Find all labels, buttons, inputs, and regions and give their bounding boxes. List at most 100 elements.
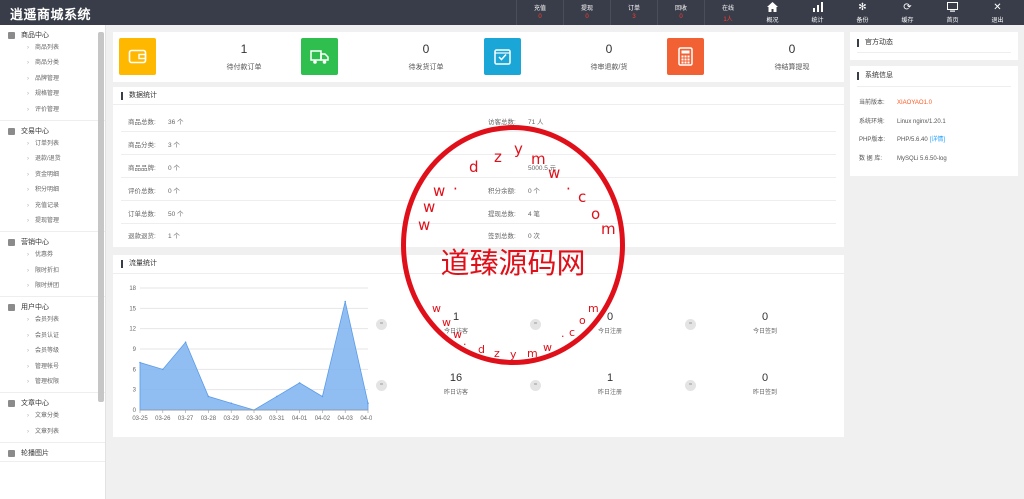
equals-icon: =: [530, 380, 541, 391]
card-pending-refund[interactable]: 0 待审退款/货: [484, 38, 664, 78]
stat-row-left: 订单总数: 50 个: [128, 211, 184, 218]
sidebar-item[interactable]: 文章分类: [0, 409, 105, 424]
sidebar-group-title[interactable]: 用户中心: [0, 302, 105, 313]
nav-backup[interactable]: ✻ 备份: [840, 0, 885, 25]
sidebar-item[interactable]: 会员认证: [0, 329, 105, 344]
equals-icon: =: [685, 319, 696, 330]
nav-cache[interactable]: ⟳ 缓存: [885, 0, 930, 25]
sidebar-item[interactable]: 管理帐号: [0, 360, 105, 375]
sidebar-item[interactable]: 规格管理: [0, 87, 105, 102]
sidebar-item[interactable]: 商品分类: [0, 56, 105, 71]
x-tick-label: 04-01: [292, 416, 308, 422]
equals-icon: =: [685, 380, 696, 391]
close-icon: ✕: [993, 2, 1002, 13]
sidebar-item[interactable]: 会员列表: [0, 313, 105, 328]
user-icon: [8, 304, 15, 312]
calendar-check-icon: [484, 38, 521, 75]
system-info-title: 系统信息: [857, 72, 893, 80]
data-point: [367, 402, 369, 405]
traffic-stat: = 16 昨日访客: [376, 370, 468, 400]
data-stats-title: 数据统计: [121, 92, 157, 100]
sidebar-group: 轮播图片: [0, 443, 105, 463]
data-point: [321, 395, 324, 398]
sidebar-group-title[interactable]: 文章中心: [0, 398, 105, 409]
sidebar-item[interactable]: 退款/退货: [0, 152, 105, 167]
y-tick-label: 15: [129, 306, 136, 312]
sidebar-group: 交易中心订单列表退款/退货资金明细积分明细充值记录提现管理: [0, 121, 105, 233]
y-tick-label: 3: [133, 388, 137, 394]
stat-orders[interactable]: 订单 3: [610, 0, 657, 25]
sidebar-item[interactable]: 品牌管理: [0, 72, 105, 87]
traffic-stat: = 0 今日注册: [530, 309, 622, 339]
stat-row-left: 商品总数: 36 个: [128, 119, 184, 126]
nav-home[interactable]: 首页: [930, 0, 975, 25]
sidebar-item[interactable]: 积分明细: [0, 183, 105, 198]
sidebar-item[interactable]: 提现管理: [0, 214, 105, 229]
stat-row-right: 签到总数: 0 次: [488, 233, 540, 240]
x-tick-label: 03-25: [132, 416, 148, 422]
equals-icon: =: [530, 319, 541, 330]
monitor-icon: [930, 2, 975, 14]
sidebar-item[interactable]: 评价管理: [0, 103, 105, 118]
top-nav: 概况 统计 ✻ 备份 ⟳ 缓存 首页 ✕ 退出: [750, 0, 1020, 25]
stat-row-right: [488, 139, 528, 146]
details-link[interactable]: [详情]: [930, 137, 945, 143]
official-news-title: 官方动态: [857, 39, 893, 47]
sidebar-item[interactable]: 限时拼团: [0, 279, 105, 294]
grid-icon: [8, 32, 15, 39]
sidebar-group: 文章中心文章分类文章列表: [0, 393, 105, 444]
cart-icon: [8, 239, 15, 247]
sidebar-item[interactable]: 充值记录: [0, 199, 105, 214]
data-point: [298, 382, 301, 384]
x-tick-label: 04-03: [338, 416, 354, 422]
wallet-icon: [119, 38, 156, 75]
card-pending-settlement[interactable]: 0 待结算提现: [667, 38, 847, 78]
stat-recycle[interactable]: 回收 0: [657, 0, 704, 25]
sidebar-group-title[interactable]: 营销中心: [0, 237, 105, 248]
stat-row-right: 提现总数: 4 笔: [488, 211, 540, 218]
stat-online[interactable]: 在线 1人: [704, 0, 751, 25]
sidebar-group-title[interactable]: 轮播图片: [0, 448, 105, 459]
nav-overview[interactable]: 概况: [750, 0, 795, 25]
sidebar-group-title[interactable]: 商品中心: [0, 30, 105, 41]
sidebar-group: 用户中心会员列表会员认证会员等级管理帐号管理权限: [0, 297, 105, 394]
refresh-icon: ⟳: [903, 2, 912, 13]
top-bar: 逍遥商城系统 充值 0 提现 0 订单 3 回收 0 在线 1人 概况 统计 ✻ 备份 ⟳…: [0, 0, 1024, 25]
sidebar-item[interactable]: 限时折扣: [0, 264, 105, 279]
sidebar-item[interactable]: 订单列表: [0, 137, 105, 152]
y-tick-label: 18: [129, 286, 136, 292]
sidebar-group-title[interactable]: 交易中心: [0, 126, 105, 137]
sidebar-item[interactable]: 管理权限: [0, 375, 105, 390]
x-tick-label: 04-02: [315, 416, 331, 422]
sidebar-group: 商品中心商品列表商品分类品牌管理规格管理评价管理: [0, 25, 105, 121]
home-icon: [750, 2, 795, 14]
sidebar-item[interactable]: 会员等级: [0, 344, 105, 359]
stat-row-right: 访客总数: 71 人: [488, 119, 544, 126]
stat-row-right: 积分余额: 0 个: [488, 188, 540, 195]
sidebar-item[interactable]: 商品列表: [0, 41, 105, 56]
y-tick-label: 9: [133, 347, 137, 353]
data-point: [276, 395, 278, 398]
sidebar-item[interactable]: 资金明细: [0, 168, 105, 183]
nav-logout[interactable]: ✕ 退出: [975, 0, 1020, 25]
equals-icon: =: [376, 380, 387, 391]
traffic-stat: = 1 今日访客: [376, 309, 468, 339]
card-pending-payment[interactable]: 1 待付款订单: [119, 38, 299, 78]
system-info-row: PHP版本: PHP/5.6.40 [详情]: [859, 137, 946, 143]
system-info-row: 当前版本: XIAOYAO1.0: [859, 100, 932, 106]
sidebar-item[interactable]: 优惠券: [0, 248, 105, 263]
x-tick-label: 03-30: [246, 416, 262, 422]
stat-withdraw[interactable]: 提现 0: [563, 0, 610, 25]
traffic-title: 流量统计: [121, 260, 157, 268]
sidebar-scrollbar[interactable]: [98, 32, 104, 402]
sidebar: 商品中心商品列表商品分类品牌管理规格管理评价管理交易中心订单列表退款/退货资金明…: [0, 25, 106, 499]
nav-statistics[interactable]: 统计: [795, 0, 840, 25]
image-icon: [8, 450, 15, 458]
system-info-row: 系统环境: Linux nginx/1.20.1: [859, 119, 946, 125]
x-tick-label: 03-27: [178, 416, 194, 422]
sidebar-item[interactable]: 文章列表: [0, 425, 105, 440]
system-info-row: 数 据 库: MySQLi 5.6.50-log: [859, 156, 947, 162]
sidebar-group: 营销中心优惠券限时折扣限时拼团: [0, 232, 105, 298]
stat-recharge[interactable]: 充值 0: [516, 0, 563, 25]
card-pending-shipment[interactable]: 0 待发货订单: [301, 38, 481, 78]
